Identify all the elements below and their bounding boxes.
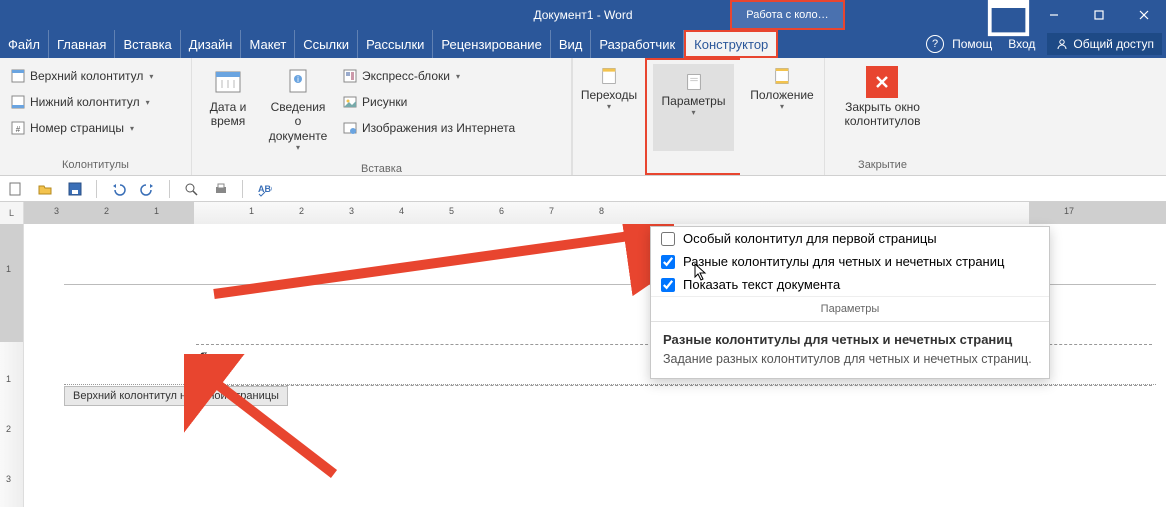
- tooltip-title: Разные колонтитулы для четных и нечетных…: [663, 332, 1037, 347]
- checkbox-odd-even[interactable]: [661, 255, 675, 269]
- option-different-odd-even[interactable]: Разные колонтитулы для четных и нечетных…: [651, 250, 1049, 273]
- close-icon: [866, 66, 898, 98]
- tab-mailings[interactable]: Рассылки: [358, 30, 433, 58]
- ribbon: Верхний колонтитул▾ Нижний колонтитул▾ #…: [0, 58, 1166, 176]
- share-button[interactable]: Общий доступ: [1047, 33, 1162, 55]
- horizontal-ruler-row: L 3 2 1 1 2 3 4 5 6 7 8 17: [0, 202, 1166, 224]
- pictures-button[interactable]: Рисунки: [338, 92, 519, 112]
- tab-developer[interactable]: Разработчик: [591, 30, 684, 58]
- tab-file[interactable]: Файл: [0, 30, 49, 58]
- quick-print-icon[interactable]: [212, 180, 230, 198]
- svg-text:#: #: [16, 125, 21, 134]
- header-boundary-line: [64, 384, 1156, 385]
- group-label-headersfooters: Колонтитулы: [0, 157, 191, 175]
- docinfo-button[interactable]: i Сведения о документе▾: [258, 62, 338, 157]
- tab-view[interactable]: Вид: [551, 30, 592, 58]
- checkbox-first-page[interactable]: [661, 232, 675, 246]
- cursor-icon: [693, 262, 709, 282]
- tab-layout[interactable]: Макет: [241, 30, 295, 58]
- group-label-close: Закрытие: [825, 157, 940, 175]
- window-title: Документ1 - Word: [533, 8, 632, 22]
- header-button[interactable]: Верхний колонтитул▾: [6, 66, 157, 86]
- undo-icon[interactable]: [109, 180, 127, 198]
- pilcrow-mark: ¶: [200, 349, 208, 365]
- checkbox-show-text[interactable]: [661, 278, 675, 292]
- tooltip-body: Задание разных колонтитулов для четных и…: [663, 351, 1037, 368]
- tab-references[interactable]: Ссылки: [295, 30, 358, 58]
- ribbon-display-options-icon[interactable]: [986, 0, 1031, 30]
- redo-icon[interactable]: [139, 180, 157, 198]
- minimize-button[interactable]: [1031, 0, 1076, 30]
- datetime-button[interactable]: Дата и время: [198, 62, 258, 133]
- help-icon[interactable]: ?: [926, 35, 944, 53]
- position-button[interactable]: Положение▾: [742, 62, 821, 116]
- panel-group-label: Параметры: [651, 296, 1049, 321]
- options-dropdown-panel: Особый колонтитул для первой страницы Ра…: [650, 226, 1050, 379]
- help-label[interactable]: Помощ: [952, 37, 992, 51]
- contextual-tab-label: Работа с коло…: [730, 0, 845, 30]
- close-header-footer-button[interactable]: Закрыть окно колонтитулов: [837, 62, 929, 133]
- quickparts-button[interactable]: Экспресс-блоки▾: [338, 66, 519, 86]
- page-number-button[interactable]: # Номер страницы▾: [6, 118, 138, 138]
- tab-review[interactable]: Рецензирование: [433, 30, 550, 58]
- signin-link[interactable]: Вход: [1008, 37, 1035, 51]
- svg-text:i: i: [297, 75, 299, 84]
- options-button[interactable]: Параметры▾: [653, 64, 734, 151]
- vertical-ruler[interactable]: 1 1 2 3: [0, 224, 24, 507]
- tab-designer-active[interactable]: Конструктор: [684, 30, 778, 58]
- header-section-tag: Верхний колонтитул нечетной страницы: [64, 386, 288, 406]
- close-button[interactable]: [1121, 0, 1166, 30]
- annotation-arrow-1: [204, 224, 674, 304]
- tab-design[interactable]: Дизайн: [181, 30, 242, 58]
- horizontal-ruler[interactable]: 3 2 1 1 2 3 4 5 6 7 8 17: [24, 202, 1166, 224]
- tooltip: Разные колонтитулы для четных и нечетных…: [651, 321, 1049, 378]
- ruler-corner[interactable]: L: [0, 202, 24, 224]
- tab-home[interactable]: Главная: [49, 30, 115, 58]
- footer-button[interactable]: Нижний колонтитул▾: [6, 92, 154, 112]
- quick-access-toolbar: ABC: [0, 176, 1166, 202]
- option-different-first-page[interactable]: Особый колонтитул для первой страницы: [651, 227, 1049, 250]
- title-bar: Документ1 - Word Работа с коло…: [0, 0, 1166, 30]
- open-icon[interactable]: [36, 180, 54, 198]
- option-show-document-text[interactable]: Показать текст документа: [651, 273, 1049, 296]
- online-pictures-button[interactable]: Изображения из Интернета: [338, 118, 519, 138]
- spellcheck-icon[interactable]: ABC: [255, 180, 273, 198]
- tab-insert[interactable]: Вставка: [115, 30, 180, 58]
- maximize-button[interactable]: [1076, 0, 1121, 30]
- document-area: 1 1 2 3 ¶ Верхний колонтитул нечетной ст…: [0, 224, 1166, 507]
- new-doc-icon[interactable]: [6, 180, 24, 198]
- save-icon[interactable]: [66, 180, 84, 198]
- print-preview-icon[interactable]: [182, 180, 200, 198]
- group-label-insert: Вставка: [192, 161, 571, 179]
- goto-header-button[interactable]: Переходы▾: [573, 62, 645, 116]
